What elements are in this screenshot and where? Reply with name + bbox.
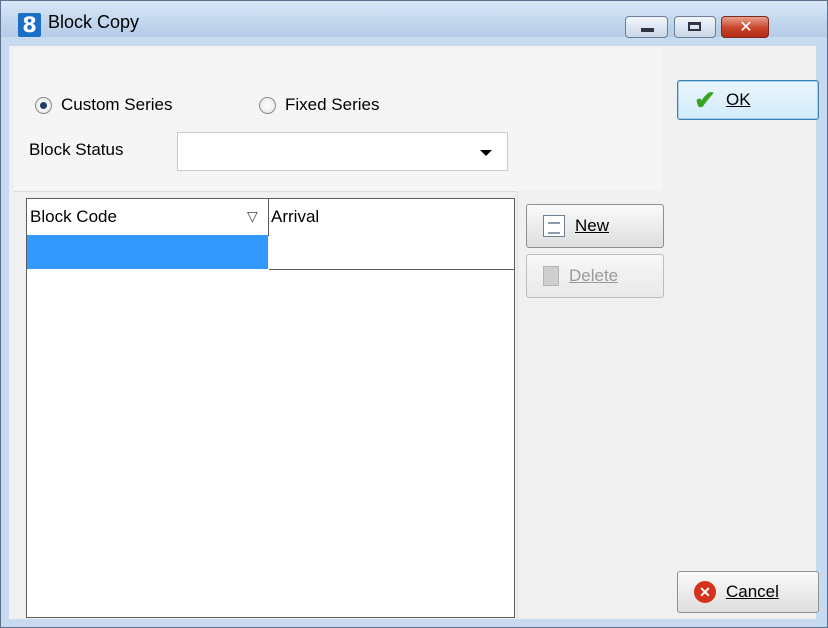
filter-icon[interactable]: ▽ <box>247 209 258 225</box>
maximize-icon <box>688 22 701 31</box>
new-document-icon <box>543 215 565 237</box>
radio-checked-icon <box>35 96 52 114</box>
cancel-icon: ✕ <box>694 581 716 603</box>
ok-button[interactable]: ✔ OK <box>677 80 819 120</box>
new-button-label: New <box>575 216 610 235</box>
block-status-dropdown[interactable] <box>177 132 508 171</box>
minimize-icon <box>641 28 654 32</box>
radio-unchecked-icon <box>259 96 276 114</box>
fixed-series-label: Fixed Series <box>285 95 380 114</box>
block-code-grid[interactable]: Block Code ▽ Arrival <box>26 198 515 618</box>
cancel-button[interactable]: ✕ Cancel <box>677 571 819 613</box>
chevron-down-icon[interactable] <box>480 150 492 156</box>
close-button[interactable]: ✕ <box>721 16 769 38</box>
custom-series-label: Custom Series <box>61 95 173 114</box>
title-bar[interactable]: 8 Block Copy ✕ <box>1 1 827 38</box>
delete-button-label: Delete <box>569 266 619 285</box>
maximize-button[interactable] <box>674 16 716 38</box>
block-copy-window: 8 Block Copy ✕ Custom Series Fixed Serie… <box>0 0 828 628</box>
table-row-cell-arrival[interactable] <box>269 235 514 270</box>
grid-header: Block Code ▽ Arrival <box>27 199 514 236</box>
app-logo-icon: 8 <box>18 13 41 37</box>
fixed-series-radio[interactable]: Fixed Series <box>259 95 379 115</box>
minimize-button[interactable] <box>625 16 668 38</box>
ok-button-label: OK <box>726 90 751 109</box>
close-icon: ✕ <box>739 17 753 36</box>
delete-button[interactable]: Delete <box>526 254 664 298</box>
column-header-arrival[interactable]: Arrival <box>271 199 511 235</box>
cancel-button-label: Cancel <box>726 582 779 601</box>
window-title: Block Copy <box>48 12 140 32</box>
custom-series-radio[interactable]: Custom Series <box>35 95 172 115</box>
new-button[interactable]: New <box>526 204 664 248</box>
check-icon: ✔ <box>694 85 716 115</box>
trash-icon <box>543 266 559 286</box>
column-divider[interactable] <box>268 199 269 235</box>
block-status-label: Block Status <box>29 140 124 159</box>
column-header-block-code[interactable]: Block Code <box>30 199 268 235</box>
table-row-cell-block-code[interactable] <box>27 235 268 269</box>
